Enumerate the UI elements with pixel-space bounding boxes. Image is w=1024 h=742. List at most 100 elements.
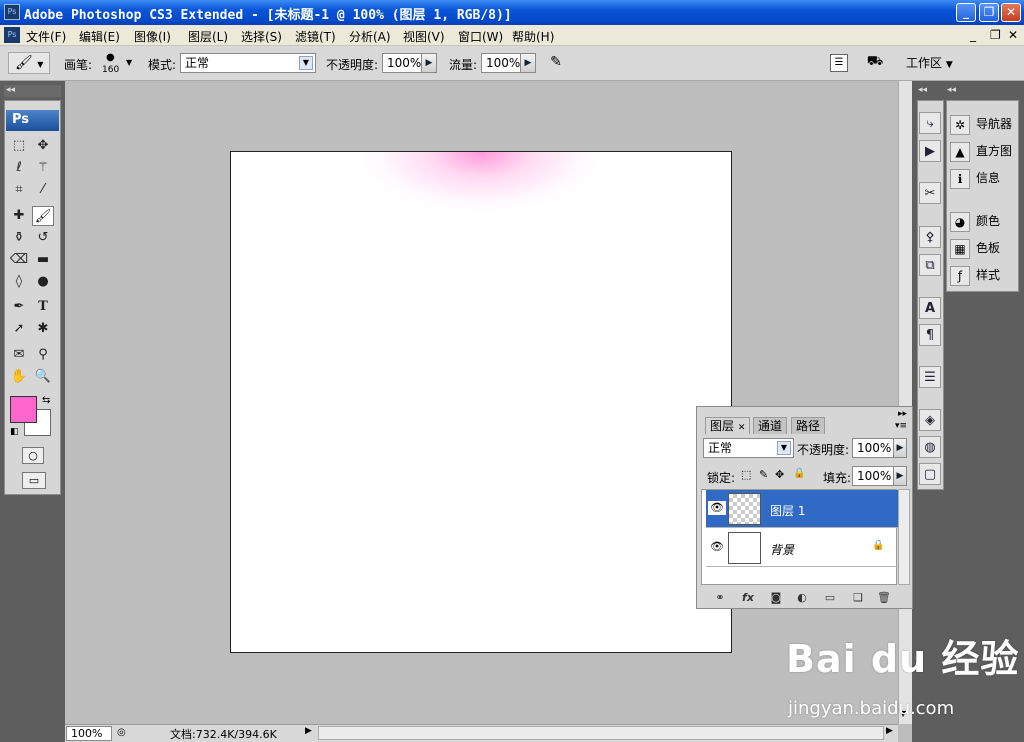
menu-filter[interactable]: 滤镜(T) (295, 28, 336, 45)
path-selection-tool-icon[interactable]: ➚ (8, 319, 30, 339)
dock-item-histogram[interactable]: ▲ 直方图 (950, 138, 1012, 165)
tool-preset-picker[interactable]: 🖌 ▼ (8, 52, 50, 74)
crop-tool-icon[interactable]: ⌗ (8, 180, 30, 200)
blend-mode-select[interactable]: 正常 ▼ (703, 438, 794, 458)
dock-grip-right[interactable]: ◂◂ (947, 85, 1019, 97)
lock-all-icon[interactable]: 🔒 (793, 468, 805, 479)
layers-scrollbar[interactable] (898, 489, 910, 585)
notes-tool-icon[interactable]: ✉ (8, 345, 30, 365)
panel-collapse-icon[interactable]: ▸▸ (898, 409, 907, 419)
dodge-tool-icon[interactable]: ● (32, 272, 54, 292)
toolbox-grip[interactable]: ◂◂ (4, 85, 61, 97)
menu-select[interactable]: 选择(S) (241, 28, 282, 45)
menu-edit[interactable]: 编辑(E) (79, 28, 120, 45)
doc-icon[interactable]: Ps (4, 27, 20, 43)
custom-shape-tool-icon[interactable]: ✱ (32, 319, 54, 339)
horizontal-scrollbar[interactable] (318, 726, 884, 740)
quick-mask-icon[interactable]: ○ (22, 447, 44, 464)
move-tool-icon[interactable]: ✥ (32, 136, 54, 156)
layer-name[interactable]: 背景 (770, 541, 794, 558)
layer-mask-icon[interactable]: ◙ (767, 591, 785, 605)
fill-input[interactable]: 100% (852, 466, 894, 486)
foreground-color-swatch[interactable] (10, 396, 37, 423)
menu-window[interactable]: 窗口(W) (458, 28, 503, 45)
tab-layers[interactable]: 图层 ✕ (705, 417, 751, 434)
dock-grip-left[interactable]: ◂◂ (918, 85, 944, 97)
menu-view[interactable]: 视图(V) (403, 28, 445, 45)
magic-wand-tool-icon[interactable]: ⚚ (32, 158, 54, 178)
layer-opacity-slider-button[interactable]: ▶ (893, 438, 907, 458)
layer-row-1[interactable]: 👁 图层 1 (706, 490, 902, 528)
workspace-menu[interactable]: 工作区 ▼ (906, 54, 953, 71)
mode-select[interactable]: 正常 ▼ (180, 53, 316, 73)
visibility-eye-icon[interactable]: 👁 (708, 501, 726, 515)
clone-stamp-tool-icon[interactable]: ⚱ (8, 228, 30, 248)
flow-slider-button[interactable]: ▶ (520, 53, 536, 73)
paths-icon[interactable]: ▢ (919, 463, 941, 485)
default-colors-icon[interactable]: ◧ (10, 427, 19, 437)
zoom-input[interactable]: 100% (66, 726, 112, 741)
history-icon[interactable]: ⤷ (919, 112, 941, 134)
screen-mode-icon[interactable]: ▭ (22, 472, 46, 489)
menu-analysis[interactable]: 分析(A) (349, 28, 391, 45)
eraser-tool-icon[interactable]: ⌫ (8, 250, 30, 270)
tab-paths[interactable]: 路径 (791, 417, 826, 434)
link-layers-icon[interactable]: ⚭ (711, 591, 729, 605)
menu-layer[interactable]: 图层(L) (188, 28, 228, 45)
dock-item-navigator[interactable]: ✲ 导航器 (950, 111, 1012, 138)
delete-layer-icon[interactable]: 🗑 (875, 591, 893, 605)
layer-name[interactable]: 图层 1 (770, 502, 805, 519)
dock-item-info[interactable]: ℹ 信息 (950, 165, 1000, 192)
adjustment-layer-icon[interactable]: ◐ (793, 591, 811, 605)
dock-item-swatches[interactable]: ▦ 色板 (950, 235, 1000, 262)
layer-row-background[interactable]: 👁 背景 🔒 (706, 529, 902, 567)
menu-image[interactable]: 图像(I) (134, 28, 171, 45)
hand-tool-icon[interactable]: ✋ (8, 367, 30, 387)
healing-brush-tool-icon[interactable]: ✚ (8, 206, 30, 226)
document-canvas[interactable] (230, 151, 732, 653)
history-brush-tool-icon[interactable]: ↺ (32, 228, 54, 248)
type-tool-icon[interactable]: T (32, 297, 54, 317)
channels-icon[interactable]: ◍ (919, 436, 941, 458)
close-icon[interactable]: ✕ (738, 423, 746, 433)
lock-transparency-icon[interactable]: ⬚ (741, 468, 751, 481)
menu-help[interactable]: 帮助(H) (512, 28, 554, 45)
character-icon[interactable]: A (919, 297, 941, 319)
doc-minimize-button[interactable]: _ (970, 28, 976, 42)
paragraph-icon[interactable]: ¶ (919, 324, 941, 346)
lock-pixels-icon[interactable]: ✎ (759, 468, 768, 481)
visibility-eye-icon[interactable]: 👁 (708, 540, 726, 554)
restore-button[interactable]: ❐ (979, 3, 999, 22)
lock-position-icon[interactable]: ✥ (775, 468, 784, 481)
layers-icon[interactable]: ◈ (919, 409, 941, 431)
palette-well-icon[interactable]: ☰ (830, 54, 848, 72)
tab-channels[interactable]: 通道 (753, 417, 788, 434)
brush-picker[interactable]: ● 160 ▼ (96, 50, 136, 78)
zoom-tool-icon[interactable]: 🔍 (32, 367, 54, 387)
doc-close-button[interactable]: ✕ (1008, 28, 1018, 42)
actions-icon[interactable]: ▶ (919, 140, 941, 162)
swap-colors-icon[interactable]: ⇆ (42, 395, 50, 406)
pen-tool-icon[interactable]: ✒ (8, 297, 30, 317)
scroll-right-icon[interactable]: ▶ (886, 726, 893, 736)
dock-item-styles[interactable]: ƒ 样式 (950, 262, 1000, 289)
layer-comps-icon[interactable]: ⧉ (919, 254, 941, 276)
layer-style-icon[interactable]: fx (739, 591, 757, 605)
slice-tool-icon[interactable]: ⁄ (32, 180, 54, 200)
new-layer-icon[interactable]: ❏ (849, 591, 867, 605)
dock-item-color[interactable]: ◕ 颜色 (950, 208, 1000, 235)
flow-input[interactable]: 100% (481, 53, 521, 73)
marquee-tool-icon[interactable]: ⬚ (8, 136, 30, 156)
layer-opacity-input[interactable]: 100% (852, 438, 894, 458)
bridge-icon[interactable]: ⛟ (864, 54, 886, 72)
new-group-icon[interactable]: ▭ (821, 591, 839, 605)
menu-file[interactable]: 文件(F) (26, 28, 66, 45)
brush-tool-icon[interactable]: 🖌 (32, 206, 54, 226)
info-panel-icon[interactable]: ☰ (919, 366, 941, 388)
tool-presets-icon[interactable]: ✂ (919, 182, 941, 204)
panel-menu-icon[interactable]: ▾≡ (895, 421, 907, 431)
clone-source-icon[interactable]: ⚴ (919, 226, 941, 248)
gradient-tool-icon[interactable]: ▬ (32, 250, 54, 270)
blur-tool-icon[interactable]: ◊ (8, 272, 30, 292)
lasso-tool-icon[interactable]: ℓ (8, 158, 30, 178)
